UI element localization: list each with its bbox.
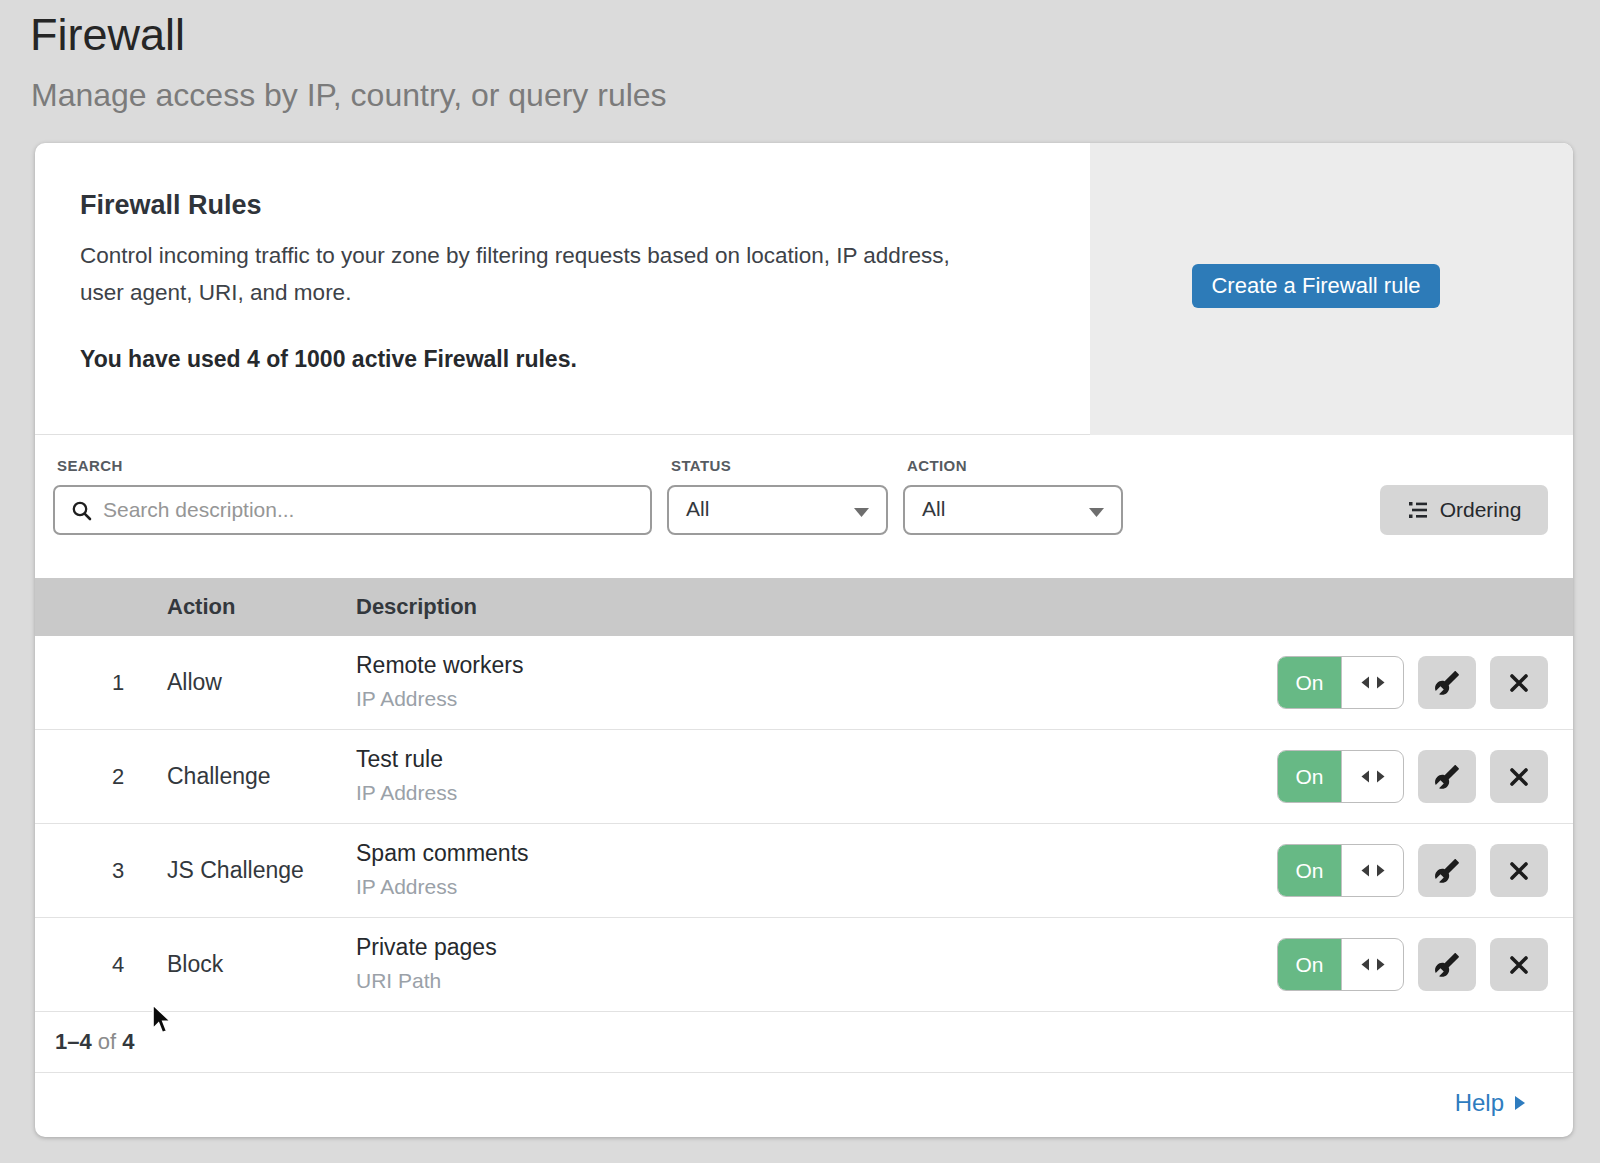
mouse-cursor xyxy=(151,1004,177,1038)
action-select[interactable]: All xyxy=(903,485,1123,535)
action-select-value: All xyxy=(922,497,945,521)
list-ordering-icon xyxy=(1407,499,1429,521)
rule-field: IP Address xyxy=(356,875,457,899)
rule-action: Challenge xyxy=(167,763,271,790)
delete-rule-button[interactable] xyxy=(1490,844,1548,897)
banner-description: Control incoming traffic to your zone by… xyxy=(80,237,990,311)
column-header-description: Description xyxy=(356,594,477,620)
column-header-action: Action xyxy=(167,594,235,620)
rule-priority: 3 xyxy=(93,858,143,884)
toggle-on-label: On xyxy=(1278,939,1341,990)
close-icon xyxy=(1507,765,1531,789)
help-row: Help xyxy=(35,1073,1573,1137)
pagination: 1–4 of 4 xyxy=(35,1012,1573,1073)
rule-description: Private pages xyxy=(356,934,497,961)
rule-action: Allow xyxy=(167,669,222,696)
edit-rule-button[interactable] xyxy=(1418,656,1476,709)
rule-controls: On xyxy=(1277,656,1548,709)
chevron-down-icon xyxy=(1089,508,1104,517)
banner-heading: Firewall Rules xyxy=(80,190,262,221)
edit-rule-button[interactable] xyxy=(1418,938,1476,991)
table-header: Action Description xyxy=(35,578,1573,636)
rule-toggle[interactable]: On xyxy=(1277,938,1404,991)
rule-action: JS Challenge xyxy=(167,857,304,884)
rule-priority: 4 xyxy=(93,952,143,978)
banner-usage-text: You have used 4 of 1000 active Firewall … xyxy=(80,346,577,373)
rule-field: IP Address xyxy=(356,687,457,711)
rule-controls: On xyxy=(1277,938,1548,991)
toggle-arrows-icon xyxy=(1341,939,1403,990)
rule-priority: 2 xyxy=(93,764,143,790)
pagination-range: 1–4 xyxy=(55,1029,92,1054)
rule-field: IP Address xyxy=(356,781,457,805)
rule-action: Block xyxy=(167,951,223,978)
toggle-on-label: On xyxy=(1278,657,1341,708)
wrench-icon xyxy=(1434,952,1460,978)
toggle-on-label: On xyxy=(1278,845,1341,896)
search-icon xyxy=(71,500,93,522)
table-row-3: 3 JS Challenge Spam comments IP Address … xyxy=(35,824,1573,918)
toggle-arrows-icon xyxy=(1341,751,1403,802)
search-input[interactable] xyxy=(103,489,633,531)
wrench-icon xyxy=(1434,858,1460,884)
help-arrow-icon xyxy=(1514,1095,1525,1111)
table-row-2: 2 Challenge Test rule IP Address On xyxy=(35,730,1573,824)
search-box[interactable] xyxy=(53,485,652,535)
firewall-page: Firewall Manage access by IP, country, o… xyxy=(0,0,1600,1163)
chevron-down-icon xyxy=(854,508,869,517)
page-title: Firewall xyxy=(30,9,185,61)
ordering-button[interactable]: Ordering xyxy=(1380,485,1548,535)
search-label: SEARCH xyxy=(57,457,123,474)
firewall-rules-banner: Firewall Rules Control incoming traffic … xyxy=(35,143,1573,435)
rule-controls: On xyxy=(1277,844,1548,897)
help-link[interactable]: Help xyxy=(1455,1089,1525,1117)
delete-rule-button[interactable] xyxy=(1490,750,1548,803)
edit-rule-button[interactable] xyxy=(1418,844,1476,897)
rule-description: Test rule xyxy=(356,746,443,773)
firewall-rules-card: Firewall Rules Control incoming traffic … xyxy=(35,143,1573,1137)
create-firewall-rule-button[interactable]: Create a Firewall rule xyxy=(1192,264,1440,308)
page-subtitle: Manage access by IP, country, or query r… xyxy=(31,77,667,114)
filter-bar: SEARCH STATUS All ACTION All Ordering xyxy=(35,435,1573,578)
ordering-button-label: Ordering xyxy=(1440,498,1522,522)
edit-rule-button[interactable] xyxy=(1418,750,1476,803)
status-label: STATUS xyxy=(671,457,731,474)
toggle-on-label: On xyxy=(1278,751,1341,802)
delete-rule-button[interactable] xyxy=(1490,938,1548,991)
action-label: ACTION xyxy=(907,457,967,474)
toggle-arrows-icon xyxy=(1341,845,1403,896)
status-select-value: All xyxy=(686,497,709,521)
pagination-of: of xyxy=(98,1029,116,1054)
wrench-icon xyxy=(1434,764,1460,790)
close-icon xyxy=(1507,671,1531,695)
rule-toggle[interactable]: On xyxy=(1277,844,1404,897)
rule-description: Spam comments xyxy=(356,840,529,867)
table-row-4: 4 Block Private pages URI Path On xyxy=(35,918,1573,1012)
toggle-arrows-icon xyxy=(1341,657,1403,708)
rule-controls: On xyxy=(1277,750,1548,803)
pagination-total: 4 xyxy=(122,1029,134,1054)
close-icon xyxy=(1507,859,1531,883)
rule-priority: 1 xyxy=(93,670,143,696)
rule-description: Remote workers xyxy=(356,652,523,679)
wrench-icon xyxy=(1434,670,1460,696)
rule-field: URI Path xyxy=(356,969,441,993)
delete-rule-button[interactable] xyxy=(1490,656,1548,709)
rule-toggle[interactable]: On xyxy=(1277,656,1404,709)
table-row-1: 1 Allow Remote workers IP Address On xyxy=(35,636,1573,730)
close-icon xyxy=(1507,953,1531,977)
rule-toggle[interactable]: On xyxy=(1277,750,1404,803)
status-select[interactable]: All xyxy=(667,485,888,535)
help-link-label: Help xyxy=(1455,1089,1504,1117)
